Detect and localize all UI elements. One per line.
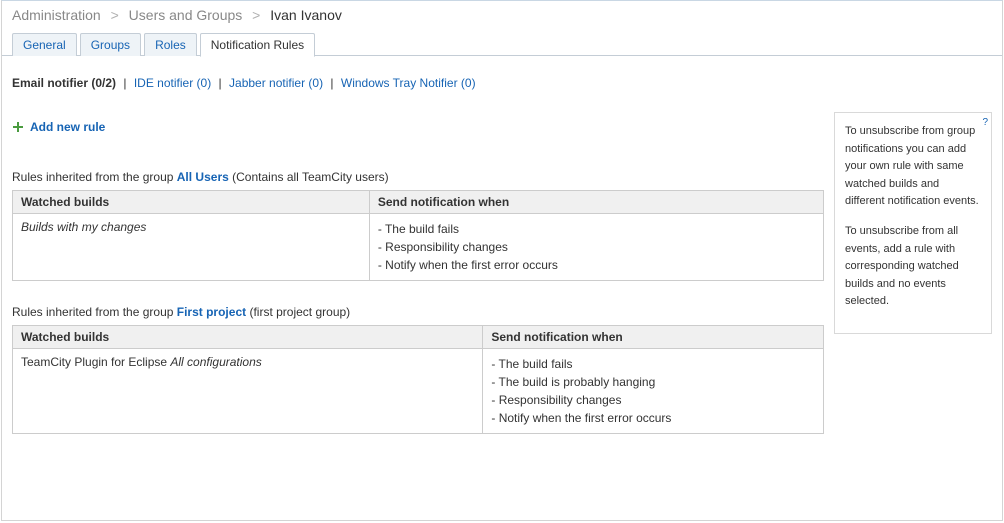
- notifier-jabber[interactable]: Jabber notifier (0): [229, 76, 323, 90]
- notifier-email[interactable]: Email notifier (0/2): [12, 76, 116, 90]
- group-heading: Rules inherited from the group First pro…: [12, 305, 824, 319]
- tab-notification-rules[interactable]: Notification Rules: [200, 33, 315, 57]
- group-suffix: (first project group): [246, 305, 350, 319]
- conditions: - The build fails - The build is probabl…: [483, 349, 824, 434]
- condition-item: - Responsibility changes: [491, 391, 815, 409]
- rules-table: Watched builds Send notification when Bu…: [12, 190, 824, 281]
- condition-item: - Notify when the first error occurs: [491, 409, 815, 427]
- breadcrumb-admin[interactable]: Administration: [12, 7, 101, 23]
- col-when: Send notification when: [369, 191, 823, 214]
- watched-config: All configurations: [170, 355, 261, 369]
- add-rule-label: Add new rule: [30, 120, 105, 134]
- notifier-ide[interactable]: IDE notifier (0): [134, 76, 211, 90]
- add-new-rule-link[interactable]: Add new rule: [12, 120, 105, 134]
- group-link-first-project[interactable]: First project: [177, 305, 246, 319]
- plus-icon: [12, 121, 24, 133]
- condition-item: - The build fails: [491, 355, 815, 373]
- table-row: Builds with my changes - The build fails…: [13, 214, 824, 281]
- notifier-tray[interactable]: Windows Tray Notifier (0): [341, 76, 476, 90]
- watched-builds: TeamCity Plugin for Eclipse All configur…: [13, 349, 483, 434]
- help-sidebar: ? To unsubscribe from group notification…: [834, 112, 992, 334]
- col-watched: Watched builds: [13, 191, 370, 214]
- breadcrumb-current: Ivan Ivanov: [270, 7, 342, 23]
- chevron-right-icon: >: [252, 7, 260, 23]
- rules-table: Watched builds Send notification when Te…: [12, 325, 824, 434]
- tabs: General Groups Roles Notification Rules: [2, 33, 1002, 56]
- col-when: Send notification when: [483, 326, 824, 349]
- group-link-all-users[interactable]: All Users: [177, 170, 229, 184]
- condition-item: - The build is probably hanging: [491, 373, 815, 391]
- tab-groups[interactable]: Groups: [80, 33, 141, 56]
- col-watched: Watched builds: [13, 326, 483, 349]
- watched-builds: Builds with my changes: [21, 220, 146, 234]
- chevron-right-icon: >: [111, 7, 119, 23]
- notifier-bar: Email notifier (0/2) | IDE notifier (0) …: [12, 76, 992, 90]
- breadcrumb: Administration > Users and Groups > Ivan…: [2, 1, 1002, 33]
- breadcrumb-users-groups[interactable]: Users and Groups: [129, 7, 243, 23]
- group-heading: Rules inherited from the group All Users…: [12, 170, 824, 184]
- sidebar-text: To unsubscribe from all events, add a ru…: [845, 223, 981, 311]
- group-prefix: Rules inherited from the group: [12, 170, 177, 184]
- condition-item: - The build fails: [378, 220, 815, 238]
- conditions: - The build fails - Responsibility chang…: [369, 214, 823, 281]
- condition-item: - Notify when the first error occurs: [378, 256, 815, 274]
- tab-roles[interactable]: Roles: [144, 33, 197, 56]
- help-icon[interactable]: ?: [982, 115, 988, 131]
- sidebar-text: To unsubscribe from group notifications …: [845, 123, 981, 211]
- tab-general[interactable]: General: [12, 33, 77, 56]
- group-suffix: (Contains all TeamCity users): [229, 170, 389, 184]
- group-prefix: Rules inherited from the group: [12, 305, 177, 319]
- condition-item: - Responsibility changes: [378, 238, 815, 256]
- watched-prefix: TeamCity Plugin for Eclipse: [21, 355, 170, 369]
- table-row: TeamCity Plugin for Eclipse All configur…: [13, 349, 824, 434]
